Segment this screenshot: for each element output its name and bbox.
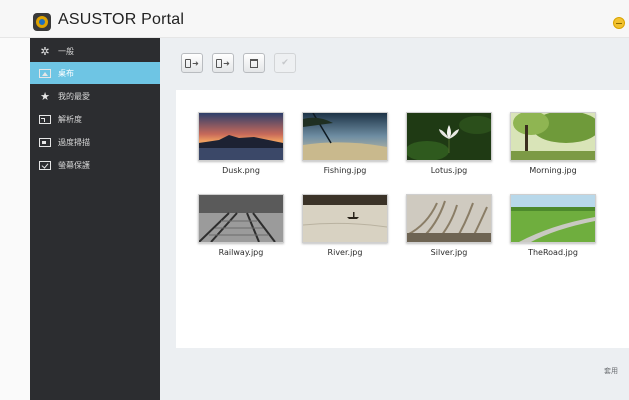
- wallpaper-name: Fishing.jpg: [323, 166, 367, 175]
- wallpaper-name: Railway.jpg: [218, 248, 264, 257]
- delete-button[interactable]: [243, 53, 265, 73]
- main-content: ➜ ➜ ✔ Dusk.png Fishing.jpg Lotus.jpg Mor…: [160, 38, 629, 400]
- wallpaper-name: Dusk.png: [222, 166, 260, 175]
- wallpaper-image: [198, 112, 284, 161]
- wallpaper-name: Lotus.jpg: [430, 166, 468, 175]
- wallpaper-image: [406, 112, 492, 161]
- wallpaper-thumbnail-morning[interactable]: Morning.jpg: [510, 112, 596, 175]
- import-button[interactable]: ➜: [181, 53, 203, 73]
- sidebar-item-label: 桌布: [58, 68, 74, 78]
- wallpaper-thumbnail-dusk[interactable]: Dusk.png: [198, 112, 284, 175]
- wallpaper-image: [302, 194, 388, 243]
- sidebar-item-general[interactable]: ✲ 一般: [30, 40, 160, 62]
- sidebar-item-label: 我的最愛: [58, 91, 90, 101]
- export-button[interactable]: ➜: [212, 53, 234, 73]
- trash-icon: [250, 58, 258, 68]
- app-title: ASUSTOR Portal: [58, 11, 185, 28]
- wallpaper-name: Silver.jpg: [430, 248, 468, 257]
- checkmark-icon: ✔: [281, 58, 289, 68]
- sidebar-item-label: 一般: [58, 46, 74, 56]
- sidebar-item-label: 螢幕保護: [58, 160, 90, 170]
- wallpaper-thumbnail-river[interactable]: River.jpg: [302, 194, 388, 257]
- screensaver-icon: [38, 159, 52, 171]
- asustor-logo-icon: [33, 13, 51, 31]
- toolbar: ➜ ➜ ✔: [160, 38, 629, 90]
- wallpaper-thumbnail-silver[interactable]: Silver.jpg: [406, 194, 492, 257]
- wallpaper-image: [510, 194, 596, 243]
- import-icon: [185, 58, 192, 68]
- wallpaper-icon: [38, 67, 52, 79]
- star-icon: ★: [40, 89, 50, 103]
- confirm-button[interactable]: ✔: [274, 53, 296, 73]
- wallpaper-image: [302, 112, 388, 161]
- wallpaper-image: [406, 194, 492, 243]
- sidebar-item-screensaver[interactable]: 螢幕保護: [30, 154, 160, 176]
- wallpaper-name: River.jpg: [327, 248, 363, 257]
- minimize-button[interactable]: [613, 17, 625, 29]
- export-icon: [216, 58, 223, 68]
- wallpaper-thumbnail-lotus[interactable]: Lotus.jpg: [406, 112, 492, 175]
- overscan-icon: [38, 136, 52, 148]
- sidebar-item-wallpaper[interactable]: 桌布: [30, 62, 160, 84]
- resolution-icon: [38, 113, 52, 125]
- wallpaper-name: Morning.jpg: [529, 166, 577, 175]
- apply-button[interactable]: 套用: [604, 366, 618, 376]
- sidebar-item-label: 過度掃描: [58, 137, 90, 147]
- gear-icon: ✲: [40, 44, 50, 58]
- wallpaper-image: [510, 112, 596, 161]
- sidebar-item-favorites[interactable]: ★ 我的最愛: [30, 85, 160, 107]
- sidebar-item-label: 解析度: [58, 114, 82, 124]
- wallpaper-name: TheRoad.jpg: [528, 248, 578, 257]
- title-bar: ASUSTOR Portal: [0, 0, 629, 38]
- wallpaper-image: [198, 194, 284, 243]
- wallpaper-thumbnail-fishing[interactable]: Fishing.jpg: [302, 112, 388, 175]
- wallpaper-gallery: Dusk.png Fishing.jpg Lotus.jpg Morning.j…: [176, 90, 629, 348]
- sidebar-item-overscan[interactable]: 過度掃描: [30, 131, 160, 153]
- wallpaper-thumbnail-railway[interactable]: Railway.jpg: [198, 194, 284, 257]
- sidebar: ✲ 一般 桌布 ★ 我的最愛 解析度 過度掃描 螢幕保護: [30, 38, 160, 400]
- sidebar-item-resolution[interactable]: 解析度: [30, 108, 160, 130]
- wallpaper-thumbnail-road[interactable]: TheRoad.jpg: [510, 194, 596, 257]
